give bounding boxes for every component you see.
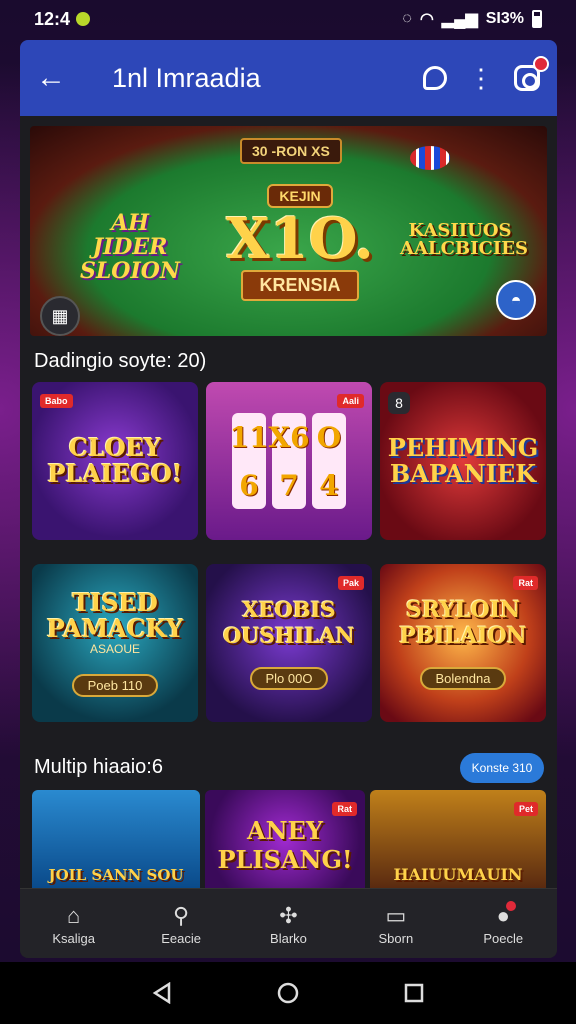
games-grid-row1: Babo CLOEY PLAIEGO! Aali 11 6 X6 7 O4 8 PE… [32,382,546,540]
nav-item-docs[interactable]: ▭ Sborn [351,901,441,946]
nav-item-profile[interactable]: ● Poecle [458,901,548,946]
game-pill: Poeb 110 [71,673,159,697]
game-title: PEHIMING BAPANIEK [387,433,539,488]
nav-label: Ksaliga [52,931,95,946]
nav-label: Sborn [378,931,414,946]
notification-dot-icon [76,12,91,26]
reel: 11 6 [230,413,268,509]
game-tile[interactable]: Babo CLOEY PLAIEGO! [32,382,198,540]
nav-item-games[interactable]: ✣ Blarko [243,901,333,946]
reel: X6 7 [268,413,310,509]
battery-icon [532,10,542,28]
grid-icon: ✣ [279,903,298,928]
game-tile[interactable]: Pak XEOBIS OUSHILAN Plo 00O [206,564,372,722]
profile-badge [505,901,516,911]
back-arrow-icon[interactable]: ← [36,61,76,95]
strip-title: ANEY PLISANG! [217,816,353,874]
bottom-nav: ⌂ Ksaliga ⚲ Eeacie ✣ Blarko ▭ Sborn ● Po… [20,888,557,958]
system-nav-bar [0,962,576,1024]
nav-item-home[interactable]: ⌂ Ksaliga [29,901,119,946]
gallery-icon[interactable]: ▦ [40,296,80,336]
home-icon: ⌂ [67,903,81,928]
game-pill: Bolendna [419,666,507,690]
hero-small-label: KEJIN [267,184,333,208]
multiplayer-more-button[interactable]: Konste 310 [460,753,544,783]
app-bar: ← 1nl Imraadia ⋮ [20,40,557,116]
section-title-multiplayer: Multip hiaaio:6 [34,756,163,778]
notification-badge [533,56,549,72]
signal-icon: ▂▄▆ [441,11,478,28]
strip-tile[interactable]: JOIL SANN SOU [32,790,200,888]
game-pill: Plo 00O [249,666,329,690]
alarm-icon: ◌ [402,10,412,27]
hero-right-logo: KASIIUOS AALCBICIES [400,220,529,259]
camera-icon[interactable] [513,56,549,92]
game-title: CLOEY PLAIEGO! [47,433,183,488]
hero-sub-label: KRENSIA [241,270,359,301]
corner-icon: 8 [388,392,410,414]
reel: O4 [312,413,346,509]
nav-label: Poecle [483,931,524,946]
multiplayer-strip: JOIL SANN SOU Rat ANEY PLISANG! Pet HAIU… [32,790,546,888]
more-menu-icon[interactable]: ⋮ [467,64,495,92]
tile-badge: Aali [337,394,364,408]
document-icon: ▭ [385,903,407,928]
slot-reels: 11 6 X6 7 O4 [230,413,346,509]
strip-tile[interactable]: Pet HAIUUMAUIN [370,790,546,888]
system-recents-icon[interactable] [403,982,425,1004]
game-title: TISED PAMACKY [46,587,184,643]
nav-label: Eeacie [161,931,201,946]
games-grid-row2: TISED PAMACKY ASAOUE Poeb 110 Pak XEOBIS… [32,564,546,722]
nav-item-search[interactable]: ⚲ Eeacie [136,901,226,946]
status-bar: 12:4 ◌ ◠ ▂▄▆ SI3% [0,0,576,38]
strip-title: HAIUUMAUIN [393,865,523,884]
hero-big-text: X1O. [226,206,374,272]
chip-action-icon[interactable]: ◓ [496,280,536,320]
hero-center: KEJIN X1O. KRENSIA [210,184,390,301]
battery-percent: SI3% [485,10,524,27]
game-tile[interactable]: TISED PAMACKY ASAOUE Poeb 110 [32,564,198,722]
hero-top-tag: 30 -RON XS [240,138,342,164]
search-icon: ⚲ [173,903,190,928]
tile-badge: Rat [513,576,538,590]
tile-badge: Babo [40,394,73,408]
strip-title: JOIL SANN SOU [48,866,184,884]
system-home-icon[interactable] [276,981,300,1005]
poker-chips-icon [410,146,450,170]
game-title: XEOBIS OUSHILAN [223,596,355,648]
chat-icon[interactable] [421,64,449,92]
tile-badge: Rat [332,802,357,816]
status-time: 12:4 [34,8,71,29]
system-back-icon[interactable] [151,982,173,1004]
game-subtitle: ASAOUE [89,641,140,656]
wifi-icon: ◠ [419,11,434,28]
hero-left-logo: AH JIDER SLOION [79,210,181,284]
game-title: SRYLOIN PBILAION [399,596,527,649]
game-tile[interactable]: 8 PEHIMING BAPANIEK [380,382,546,540]
hero-banner[interactable]: 30 -RON XS AH JIDER SLOION KEJIN X1O. KR… [30,126,547,336]
game-tile[interactable]: Rat SRYLOIN PBILAION Bolendna [380,564,546,722]
strip-tile[interactable]: Rat ANEY PLISANG! [205,790,365,888]
nav-label: Blarko [270,931,307,946]
person-icon: ● [497,901,516,931]
app-window: ← 1nl Imraadia ⋮ 30 -RON XS AH JIDER SLO… [20,40,557,958]
tile-badge: Pet [513,802,538,816]
tile-badge: Pak [337,576,364,590]
section-title-featured: Dadingio soyte: 20) [34,350,207,372]
game-tile-slots[interactable]: Aali 11 6 X6 7 O4 [206,382,372,540]
app-title: 1nl Imraadia [112,62,261,93]
